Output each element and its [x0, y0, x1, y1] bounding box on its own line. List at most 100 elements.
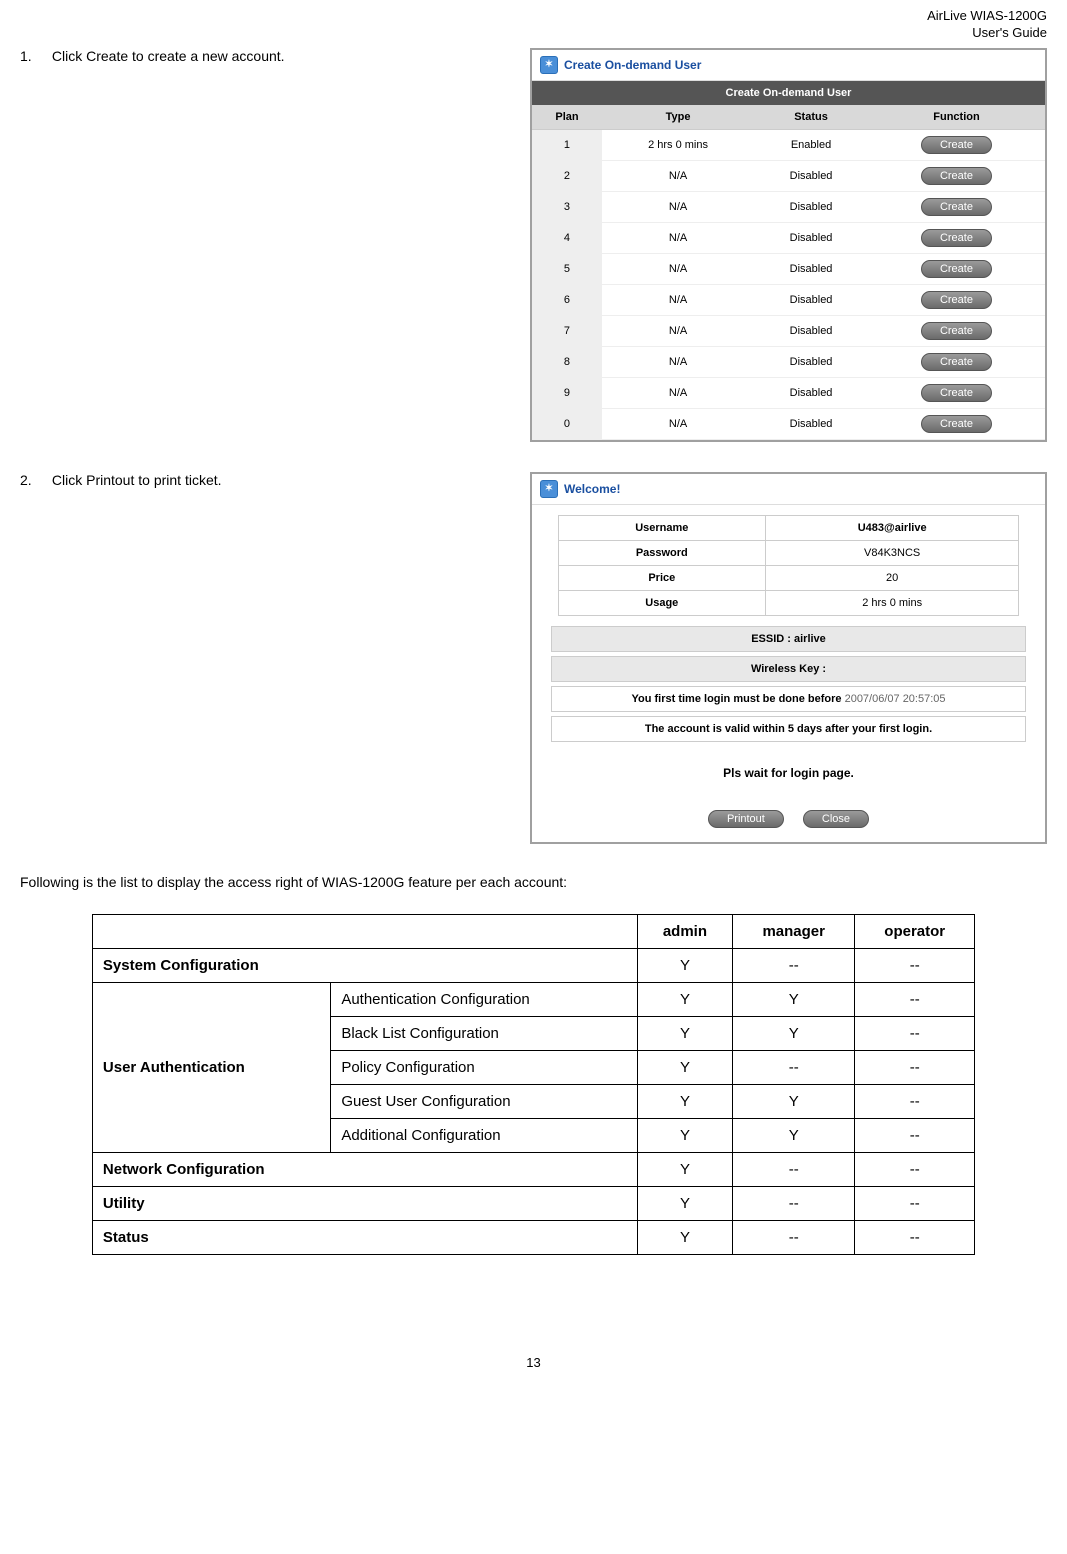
rights-sub: Guest User Configuration: [331, 1084, 637, 1118]
rights-manager: Y: [733, 1118, 855, 1152]
rights-cat: Status: [92, 1220, 637, 1254]
cell-type: N/A: [602, 253, 754, 284]
table-row: 0N/ADisabled Create: [532, 408, 1045, 439]
rights-cat: System Configuration: [92, 948, 637, 982]
table-row: 9N/ADisabledCreate: [532, 377, 1045, 408]
table-row: System ConfigurationY----: [92, 948, 974, 982]
cell-status: Disabled: [754, 377, 868, 408]
create-button[interactable]: Create: [921, 167, 992, 185]
cell-type: N/A: [602, 377, 754, 408]
rights-admin: Y: [637, 1152, 732, 1186]
create-button[interactable]: Create: [921, 353, 992, 371]
cell-function: Create: [868, 253, 1045, 284]
cell-plan: 4: [532, 222, 602, 253]
rights-admin: Y: [637, 982, 732, 1016]
rights-sub: Black List Configuration: [331, 1016, 637, 1050]
step-2: 2. Click Printout to print ticket. ✶ Wel…: [20, 472, 1047, 844]
cell-status: Disabled: [754, 408, 868, 439]
step-2-text: 2. Click Printout to print ticket.: [20, 472, 530, 488]
rights-operator: --: [855, 1118, 975, 1152]
cell-function: Create: [868, 315, 1045, 346]
cell-plan: 1: [532, 129, 602, 160]
cell-plan: 5: [532, 253, 602, 284]
close-button[interactable]: Close: [803, 810, 869, 828]
first-login-prefix: You first time login must be done before: [631, 693, 844, 705]
col-function: Function: [868, 105, 1045, 130]
welcome-header: ✶ Welcome!: [532, 474, 1045, 505]
cell-status: Disabled: [754, 160, 868, 191]
rights-admin: Y: [637, 1016, 732, 1050]
rights-admin: Y: [637, 1118, 732, 1152]
cell-type: N/A: [602, 222, 754, 253]
table-row: UtilityY----: [92, 1186, 974, 1220]
cell-status: Disabled: [754, 253, 868, 284]
create-button[interactable]: Create: [921, 136, 992, 154]
cell-status: Disabled: [754, 346, 868, 377]
first-login-date: 2007/06/07 20:57:05: [845, 693, 946, 705]
table-caption: Create On-demand User: [532, 81, 1045, 105]
rights-operator: --: [855, 1220, 975, 1254]
col-plan: Plan: [532, 105, 602, 130]
username-value: U483@airlive: [765, 515, 1018, 540]
table-row: 12 hrs 0 minsEnabledCreate: [532, 129, 1045, 160]
cell-function: Create: [868, 160, 1045, 191]
cell-plan: 0: [532, 408, 602, 439]
rights-manager: --: [733, 1220, 855, 1254]
welcome-title: Welcome!: [564, 482, 620, 496]
usage-label: Usage: [558, 590, 765, 615]
cell-function: Create: [868, 377, 1045, 408]
rights-operator: --: [855, 1152, 975, 1186]
rights-manager: --: [733, 948, 855, 982]
create-button[interactable]: Create: [921, 322, 992, 340]
panel-header: ✶ Create On-demand User: [532, 50, 1045, 81]
cell-type: N/A: [602, 284, 754, 315]
table-row: User AuthenticationAuthentication Config…: [92, 982, 974, 1016]
step-1-text: 1. Click Create to create a new account.: [20, 48, 530, 64]
rights-cat: Network Configuration: [92, 1152, 637, 1186]
step-2-desc: Click Printout to print ticket.: [52, 472, 222, 488]
rights-sub: Additional Configuration: [331, 1118, 637, 1152]
cell-status: Disabled: [754, 191, 868, 222]
create-user-panel: ✶ Create On-demand User Create On-demand…: [530, 48, 1047, 442]
rights-admin: Y: [637, 1050, 732, 1084]
cell-function: Create: [868, 284, 1045, 315]
rights-admin: Y: [637, 1220, 732, 1254]
cell-type: N/A: [602, 191, 754, 222]
rights-cat: Utility: [92, 1186, 637, 1220]
rights-operator: --: [855, 1016, 975, 1050]
rights-head-admin: admin: [637, 914, 732, 948]
cell-function: Create: [868, 191, 1045, 222]
create-button[interactable]: Create: [921, 260, 992, 278]
usage-value: 2 hrs 0 mins: [765, 590, 1018, 615]
rights-operator: --: [855, 982, 975, 1016]
doc-header: AirLive WIAS-1200G User's Guide: [20, 8, 1047, 42]
rights-admin: Y: [637, 948, 732, 982]
rights-operator: --: [855, 1186, 975, 1220]
create-button[interactable]: Create: [921, 198, 992, 216]
rights-manager: Y: [733, 982, 855, 1016]
welcome-table: Username U483@airlive Password V84K3NCS …: [558, 515, 1020, 616]
cell-status: Disabled: [754, 222, 868, 253]
table-row: 5N/ADisabled Create: [532, 253, 1045, 284]
cell-type: N/A: [602, 408, 754, 439]
cell-status: Disabled: [754, 284, 868, 315]
first-login-block: You first time login must be done before…: [551, 686, 1027, 712]
product-name: AirLive WIAS-1200G: [927, 8, 1047, 23]
cell-status: Disabled: [754, 315, 868, 346]
rights-head-manager: manager: [733, 914, 855, 948]
table-row: StatusY----: [92, 1220, 974, 1254]
page-number: 13: [20, 1355, 1047, 1370]
table-row: 7N/ADisabledCreate: [532, 315, 1045, 346]
table-row: 3N/ADisabled Create: [532, 191, 1045, 222]
create-button[interactable]: Create: [921, 229, 992, 247]
cell-type: N/A: [602, 315, 754, 346]
rights-operator: --: [855, 948, 975, 982]
create-button[interactable]: Create: [921, 291, 992, 309]
cell-plan: 3: [532, 191, 602, 222]
create-button[interactable]: Create: [921, 384, 992, 402]
wkey-block: Wireless Key :: [551, 656, 1027, 682]
printout-button[interactable]: Printout: [708, 810, 784, 828]
rights-cat: User Authentication: [92, 982, 330, 1152]
create-button[interactable]: Create: [921, 415, 992, 433]
cell-status: Enabled: [754, 129, 868, 160]
